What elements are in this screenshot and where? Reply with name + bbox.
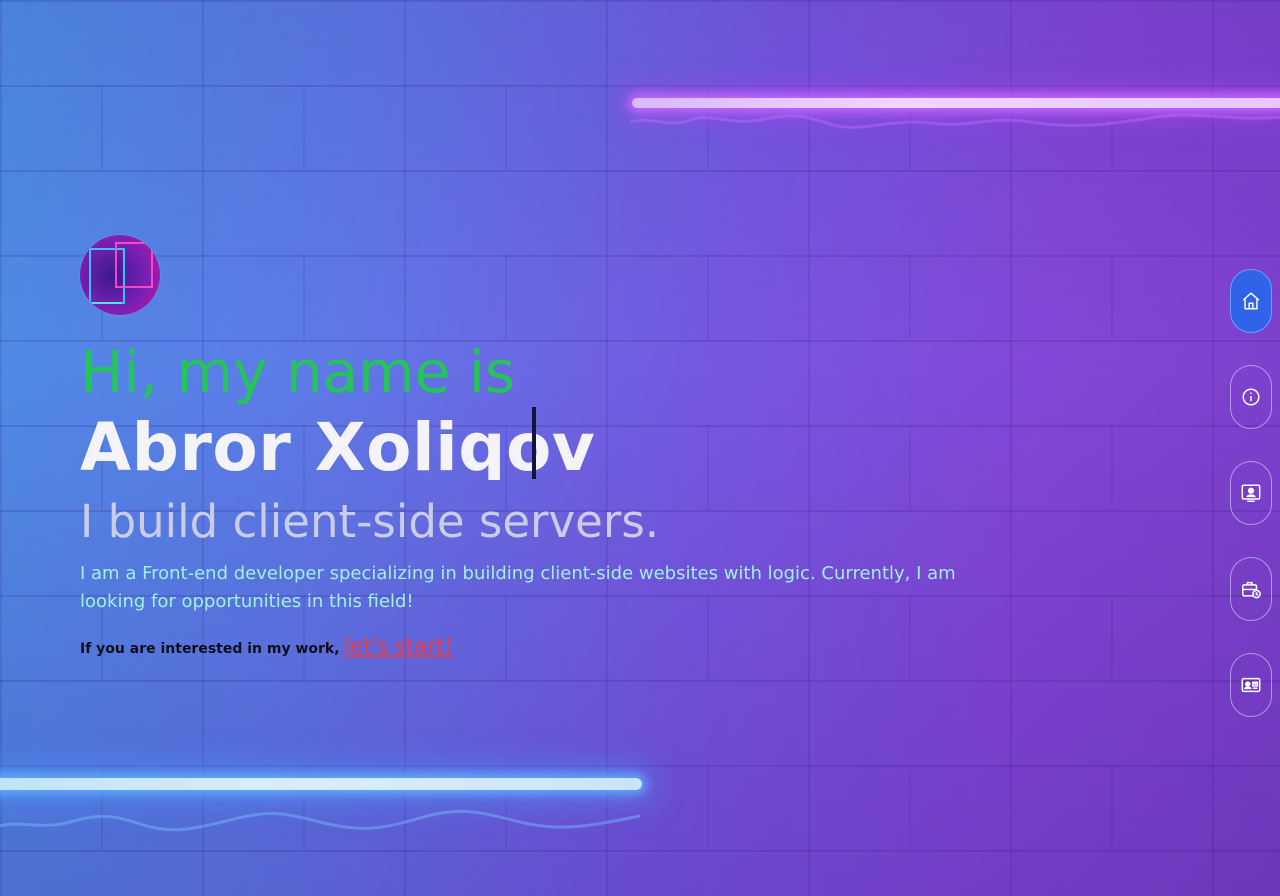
side-navigation — [1230, 269, 1272, 717]
name-heading-wrap: Abror Xoliqov — [80, 408, 595, 480]
user-profile-icon — [1241, 484, 1261, 502]
cta-line: If you are interested in my work, let's … — [80, 634, 452, 658]
avatar — [80, 235, 160, 315]
intro-paragraph: I am a Front-end developer specializing … — [80, 563, 956, 612]
cta-text: If you are interested in my work, — [80, 641, 345, 657]
neon-light-top — [632, 98, 1280, 108]
info-icon — [1242, 388, 1260, 406]
typing-caret — [532, 407, 536, 479]
nav-work-button[interactable] — [1230, 557, 1272, 621]
lets-start-link[interactable]: let's start! — [344, 634, 452, 658]
neon-light-bottom — [0, 778, 642, 790]
nav-home-button[interactable] — [1230, 269, 1272, 333]
name-heading: Abror Xoliqov — [80, 409, 596, 480]
avatar-image — [89, 242, 153, 304]
tagline: I build client-side servers. — [80, 495, 660, 548]
neon-reflection-bottom — [0, 809, 640, 832]
home-icon — [1242, 292, 1260, 310]
neon-reflection-top — [630, 113, 1280, 129]
nav-about-button[interactable] — [1230, 365, 1272, 429]
nav-contact-button[interactable] — [1230, 653, 1272, 717]
greeting-text: Hi, my name is — [80, 338, 516, 406]
contact-card-icon — [1241, 677, 1261, 693]
briefcase-clock-icon — [1242, 581, 1261, 599]
nav-profile-button[interactable] — [1230, 461, 1272, 525]
